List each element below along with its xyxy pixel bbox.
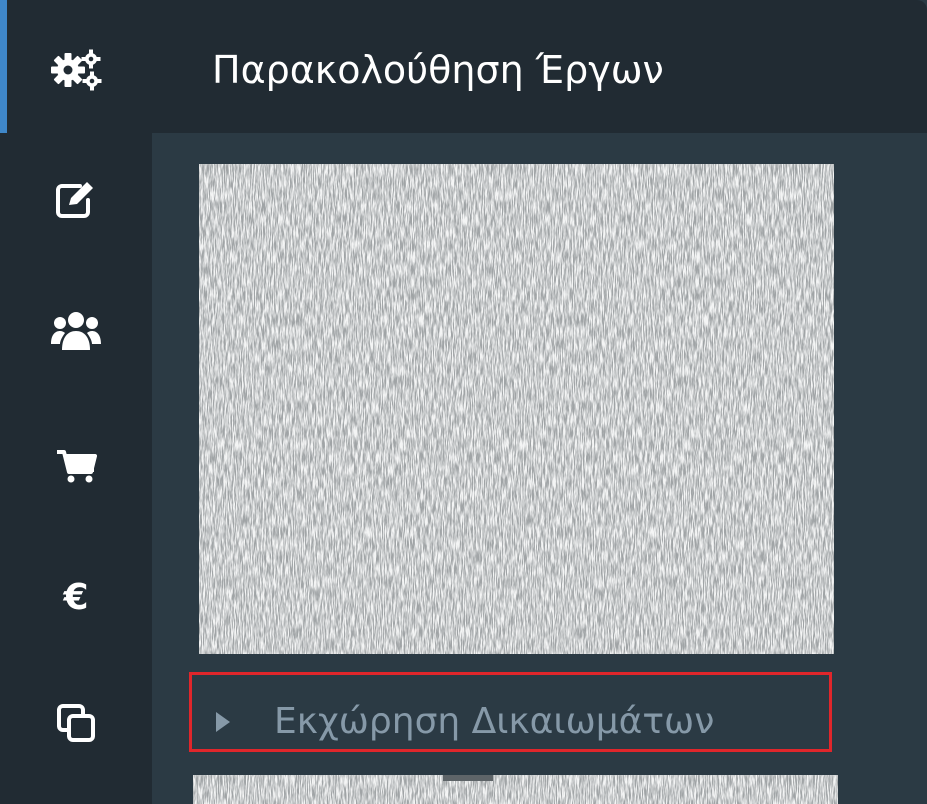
app-window: Παρακολούθηση Έργων € Εκχώρηση Δικαιωμάτ… (0, 0, 927, 804)
content-image-2 (193, 775, 838, 804)
sidebar: € (0, 133, 152, 804)
sidebar-item-users[interactable] (0, 291, 152, 371)
top-bar: Παρακολούθηση Έργων (0, 0, 927, 133)
permission-grant-label: Εκχώρηση Δικαιωμάτων (274, 701, 715, 742)
sidebar-item-euro[interactable]: € (0, 556, 152, 636)
euro-icon: € (62, 577, 88, 616)
edit-icon (56, 182, 93, 218)
permission-grant-row[interactable]: Εκχώρηση Δικαιωμάτων (189, 672, 832, 752)
page-title: Παρακολούθηση Έργων (212, 48, 664, 92)
users-icon (51, 312, 101, 350)
active-accent-bar (0, 0, 7, 133)
sidebar-item-cart[interactable] (0, 426, 152, 506)
sidebar-item-edit[interactable] (0, 160, 152, 240)
cart-icon (57, 450, 97, 483)
sidebar-item-copy[interactable] (0, 683, 152, 763)
svg-text:€: € (62, 577, 88, 616)
copy-icon (57, 704, 95, 742)
caret-right-icon (216, 712, 230, 732)
content-image (199, 164, 834, 654)
gears-icon[interactable] (48, 44, 108, 96)
